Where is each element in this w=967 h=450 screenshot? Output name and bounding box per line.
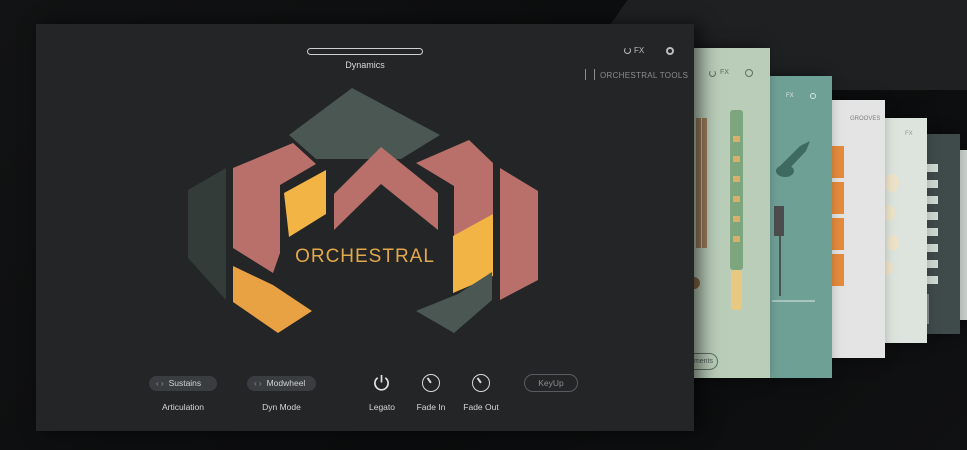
- card1-fx[interactable]: FX: [720, 69, 729, 76]
- brand-mark-icon: [585, 69, 595, 80]
- dynamics-slider[interactable]: [307, 48, 423, 55]
- card3-grooves: GROOVES: [850, 116, 881, 122]
- pad-grid-graphic: [830, 146, 844, 286]
- shaker-graphic: [883, 174, 899, 275]
- emblem-left-dark: [188, 168, 226, 300]
- card4-fx[interactable]: FX: [905, 131, 913, 137]
- fade-out-knob[interactable]: [472, 374, 490, 392]
- emblem-bottom-orange: [233, 266, 312, 333]
- card1-pill-label: ments: [693, 358, 713, 365]
- instrument-card-3[interactable]: GROOVES: [830, 100, 885, 358]
- instrument-card-4[interactable]: FX: [883, 118, 927, 343]
- instrument-card-1[interactable]: FX ments: [678, 48, 770, 378]
- power-icon: [624, 47, 631, 54]
- emblem-top-slate: [289, 88, 440, 159]
- brand-logo: ORCHESTRAL TOOLS: [585, 69, 688, 80]
- emblem-left-yellow: [284, 170, 326, 237]
- chevron-left-right-icon: ‹ ›: [254, 379, 262, 388]
- fx-toggle[interactable]: FX: [624, 46, 644, 55]
- app-stage: FX GROOVES FX FX ments Dynamics FX ORCHE…: [0, 0, 967, 450]
- fx-label: FX: [634, 46, 645, 55]
- legato-power-icon[interactable]: [373, 374, 390, 391]
- articulation-selector[interactable]: ‹ › Sustains: [149, 376, 217, 391]
- orchestral-emblem: [188, 88, 538, 333]
- articulation-label: Articulation: [161, 402, 205, 412]
- fade-out-label: Fade Out: [463, 402, 499, 412]
- articulation-value: Sustains: [168, 378, 202, 388]
- instrument-card-2[interactable]: FX: [770, 76, 832, 378]
- legato-label: Legato: [369, 402, 395, 412]
- emblem-center-terracotta: [334, 147, 438, 230]
- card2-settings-icon[interactable]: [810, 93, 816, 99]
- dyn-mode-label: Dyn Mode: [262, 402, 301, 412]
- instrument-title: ORCHESTRAL: [295, 246, 435, 267]
- dynamics-label: Dynamics: [345, 60, 385, 70]
- flute-graphic: [688, 110, 743, 310]
- fade-in-knob[interactable]: [422, 374, 440, 392]
- dyn-mode-value: Modwheel: [266, 378, 306, 388]
- chevron-left-right-icon: ‹ ›: [156, 379, 164, 388]
- card1-settings-icon[interactable]: [745, 69, 753, 77]
- guitar-graphic: [772, 141, 815, 302]
- card1-power-icon[interactable]: [709, 70, 716, 77]
- main-instrument-panel: Dynamics FX ORCHESTRAL TOOLS ORCHESTRAL …: [36, 24, 694, 431]
- brand-name: ORCHESTRAL TOOLS: [600, 71, 689, 80]
- card2-fx[interactable]: FX: [786, 93, 794, 99]
- dyn-mode-selector[interactable]: ‹ › Modwheel: [247, 376, 316, 391]
- emblem-far-right-terracotta: [500, 168, 538, 300]
- settings-icon[interactable]: [666, 47, 674, 55]
- keyup-button[interactable]: KeyUp: [524, 374, 578, 392]
- fade-in-label: Fade In: [416, 402, 446, 412]
